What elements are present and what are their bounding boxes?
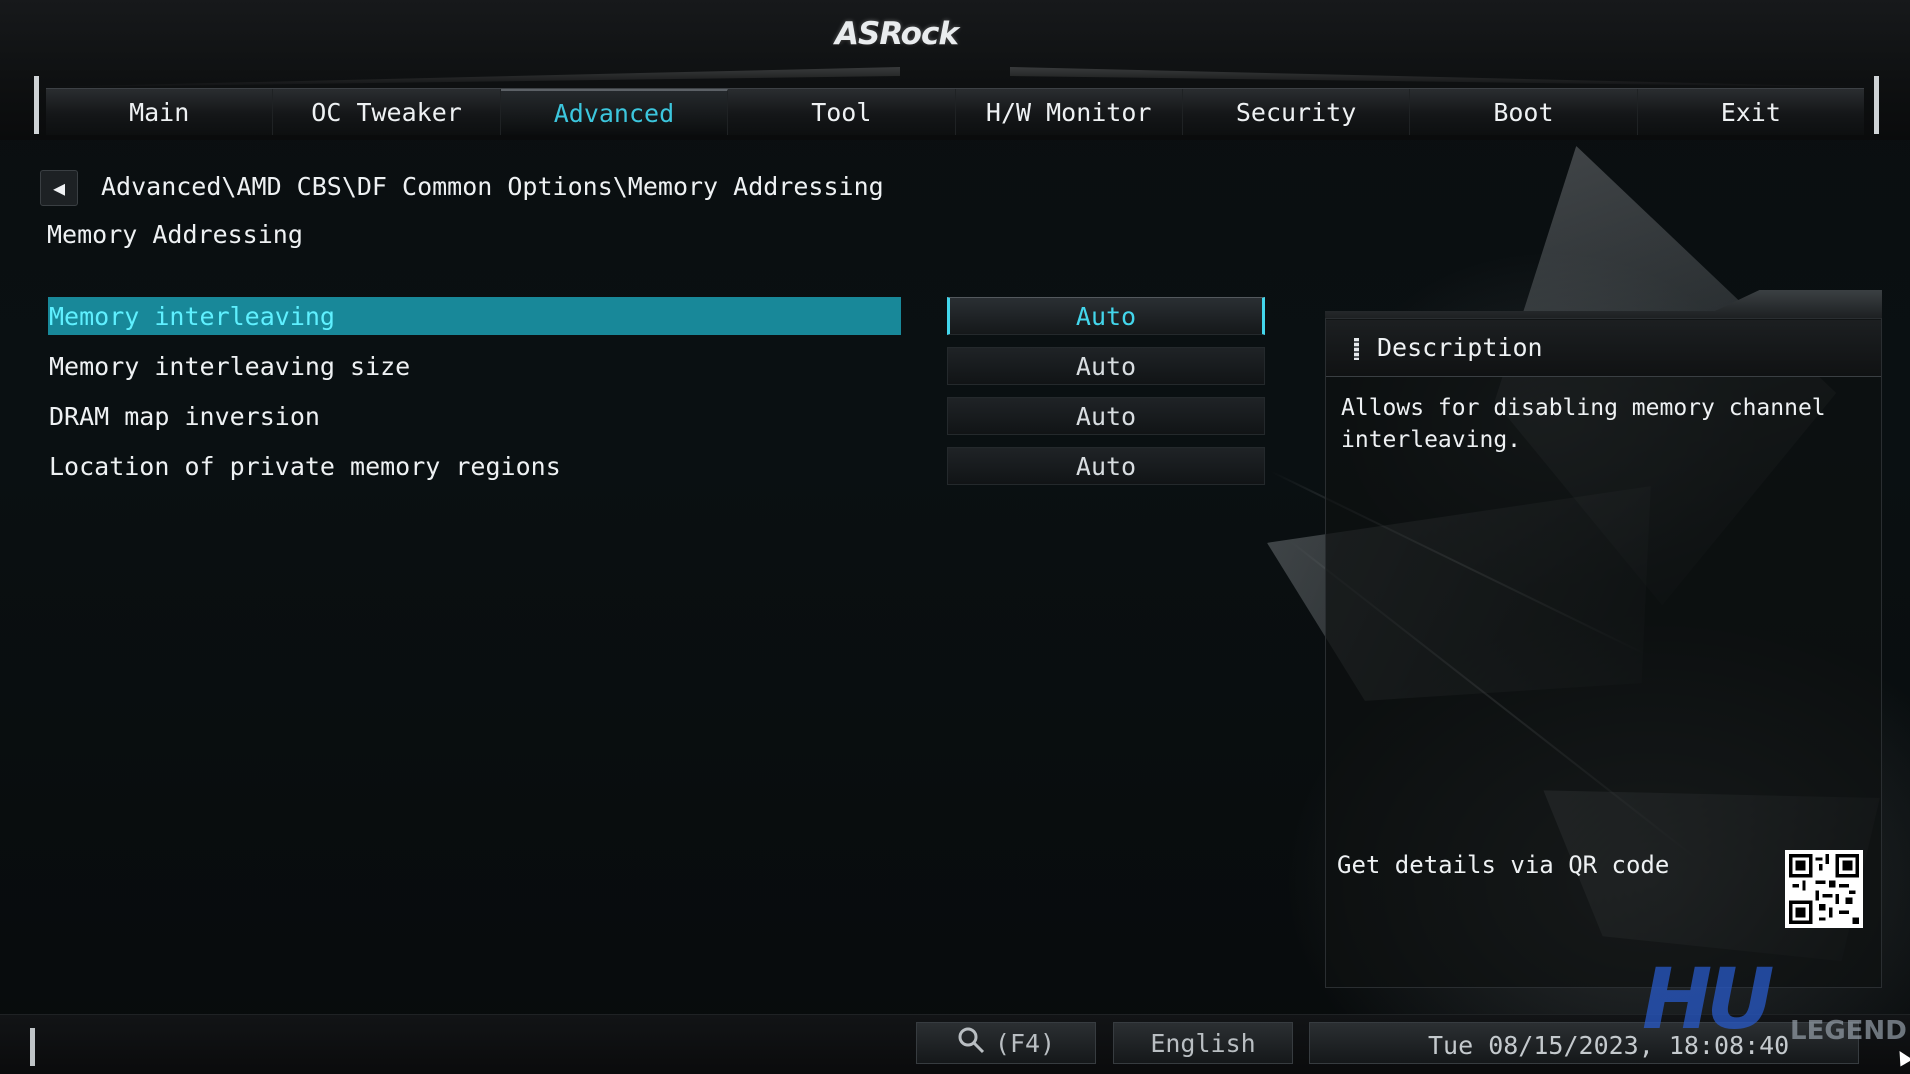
setting-label-memory-interleaving-size[interactable]: Memory interleaving size bbox=[48, 347, 901, 385]
setting-value-dram-map-inversion[interactable]: Auto bbox=[947, 397, 1265, 435]
search-shortcut-label: (F4) bbox=[994, 1028, 1056, 1058]
description-title: Description bbox=[1377, 333, 1543, 362]
tabbar-left-cap bbox=[34, 76, 39, 134]
qr-label: Get details via QR code bbox=[1337, 851, 1670, 879]
tab-security[interactable]: Security bbox=[1183, 89, 1411, 135]
description-text: Allows for disabling memory channel inte… bbox=[1341, 395, 1826, 453]
search-button[interactable]: (F4) bbox=[916, 1022, 1096, 1064]
tab-hw-monitor[interactable]: H/W Monitor bbox=[956, 89, 1183, 135]
search-icon bbox=[957, 1026, 985, 1060]
breadcrumb: Advanced\AMD CBS\DF Common Options\Memor… bbox=[101, 172, 884, 201]
tab-exit[interactable]: Exit bbox=[1638, 89, 1864, 135]
back-button[interactable]: ◀ bbox=[40, 170, 78, 206]
back-arrow-icon: ◀ bbox=[52, 176, 66, 200]
watermark-mark: HU bbox=[1642, 950, 1774, 1048]
header-wing-right bbox=[1010, 67, 1910, 88]
header-wing-left bbox=[0, 67, 900, 88]
tab-tool[interactable]: Tool bbox=[728, 89, 956, 135]
description-marker-icon bbox=[1354, 338, 1359, 360]
page-title: Memory Addressing bbox=[47, 220, 303, 249]
tab-bar: Main OC Tweaker Advanced Tool H/W Monito… bbox=[46, 88, 1864, 135]
setting-label-dram-map-inversion[interactable]: DRAM map inversion bbox=[48, 397, 901, 435]
setting-value-memory-interleaving-size[interactable]: Auto bbox=[947, 347, 1265, 385]
qr-code-icon bbox=[1785, 850, 1863, 928]
setting-label-memory-interleaving[interactable]: Memory interleaving bbox=[48, 297, 901, 335]
asrock-logo: ASRock bbox=[835, 16, 959, 52]
setting-value-memory-interleaving[interactable]: Auto bbox=[947, 297, 1265, 335]
setting-value-private-memory-regions[interactable]: Auto bbox=[947, 447, 1265, 485]
tabbar-right-cap bbox=[1874, 76, 1879, 134]
tab-main[interactable]: Main bbox=[46, 89, 274, 135]
tab-advanced[interactable]: Advanced bbox=[500, 89, 729, 135]
watermark-logo: HU LEGEND bbox=[1630, 950, 1907, 1060]
watermark-text: LEGEND bbox=[1790, 1016, 1907, 1046]
tab-oc-tweaker[interactable]: OC Tweaker bbox=[273, 89, 501, 135]
footer-left-cap bbox=[30, 1028, 35, 1066]
tab-boot[interactable]: Boot bbox=[1410, 89, 1638, 135]
setting-label-private-memory-regions[interactable]: Location of private memory regions bbox=[48, 447, 901, 485]
language-button[interactable]: English bbox=[1113, 1022, 1293, 1064]
